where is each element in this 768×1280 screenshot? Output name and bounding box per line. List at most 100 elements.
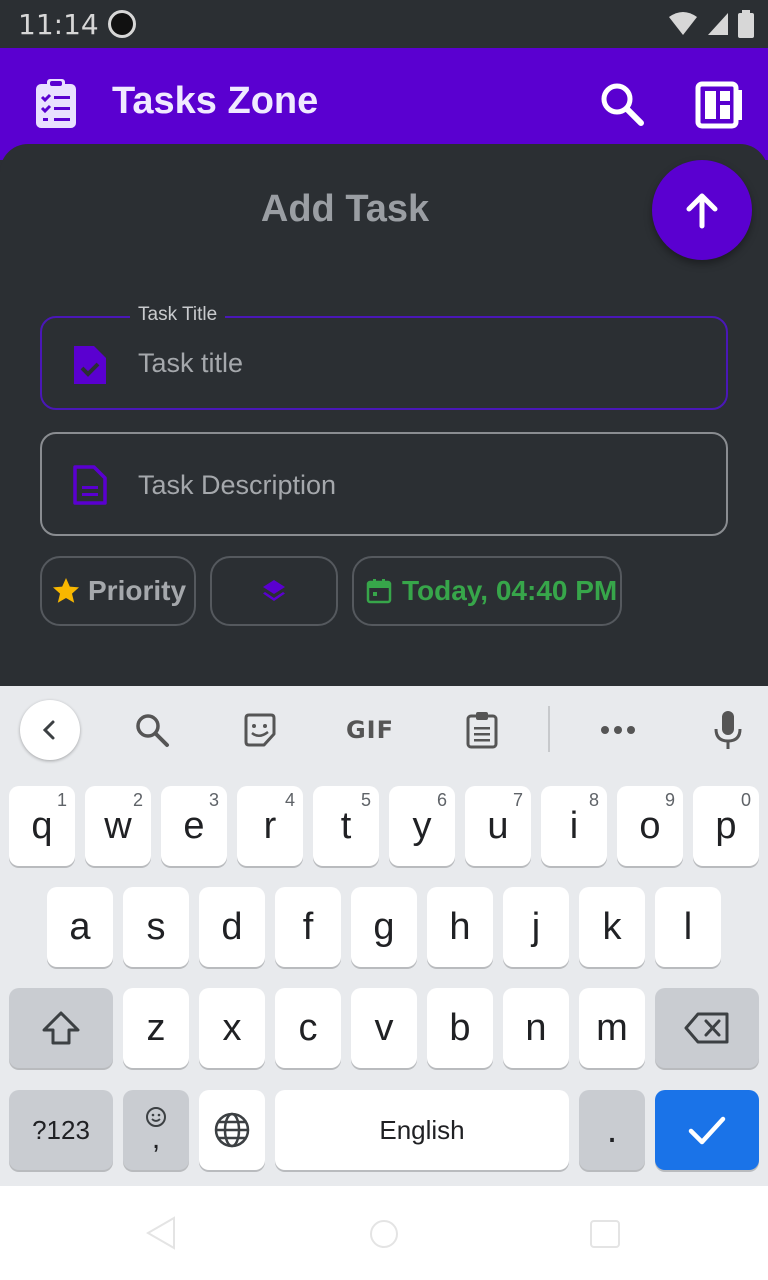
key-o[interactable]: o9 [617,786,683,866]
task-description-input[interactable]: Task Description [138,470,336,501]
key-q[interactable]: q1 [9,786,75,866]
key-hint: 4 [284,790,295,810]
arrow-up-icon [686,193,718,229]
key-label: j [531,905,541,948]
key-label: f [302,905,314,948]
backspace-key[interactable] [655,988,759,1068]
keyboard-toolbar: GIF [0,686,768,774]
key-c[interactable]: c [275,988,341,1068]
key-f[interactable]: f [275,887,341,967]
nav-home-icon[interactable] [370,1220,398,1248]
key-label: b [449,1006,471,1049]
key-s[interactable]: s [123,887,189,967]
key-y[interactable]: y6 [389,786,455,866]
key-label: k [602,905,622,948]
key-m[interactable]: m [579,988,645,1068]
key-label: u [487,804,509,847]
voice-input-button[interactable] [708,710,748,750]
priority-chip[interactable]: Priority [40,556,196,626]
app-title: Tasks Zone [112,80,319,122]
key-label: z [146,1006,166,1049]
key-v[interactable]: v [351,988,417,1068]
task-title-field[interactable]: Task Title Task title [40,304,728,410]
key-hint: 2 [132,790,143,810]
soft-keyboard: GIF q1w2e3r4t5y6u7i8o9p0 asdf g h j k l … [0,686,768,1186]
priority-label: Priority [88,575,187,606]
key-b[interactable]: b [427,988,493,1068]
key-u[interactable]: u7 [465,786,531,866]
clipboard-button[interactable] [462,710,502,750]
backspace-icon [684,1012,729,1044]
key-l[interactable]: l [655,887,721,967]
submit-task-button[interactable] [652,160,752,260]
period-key[interactable]: . [579,1090,645,1170]
key-label: d [221,905,243,948]
notification-icon [108,10,136,38]
shift-key[interactable] [9,988,113,1068]
task-description-field[interactable]: Task Description [40,432,728,536]
star-icon [53,578,79,603]
file-text-icon [73,465,107,505]
key-label: t [340,804,352,847]
gif-button[interactable]: GIF [344,710,396,750]
comma-emoji-key[interactable]: , [123,1090,189,1170]
sticker-icon [244,713,276,747]
key-label: o [639,804,661,847]
status-time: 11:14 [18,8,99,41]
keyboard-collapse-button[interactable] [20,700,80,760]
status-icons [668,10,754,38]
key-d[interactable]: d [199,887,265,967]
key-label: s [146,905,166,948]
key-hint: 9 [664,790,675,810]
sticker-button[interactable] [240,710,280,750]
key-g[interactable]: g [351,887,417,967]
key-j[interactable]: j [503,887,569,967]
calendar-icon [366,579,392,604]
task-title-input[interactable]: Task title [138,348,243,379]
key-i[interactable]: i8 [541,786,607,866]
symbols-key[interactable]: ?123 [9,1090,113,1170]
nav-back-icon[interactable] [146,1216,176,1250]
space-key[interactable]: English [275,1090,569,1170]
key-r[interactable]: r4 [237,786,303,866]
battery-icon [738,10,754,38]
key-label: i [569,804,579,847]
layers-icon [263,580,285,601]
key-label: h [449,905,471,948]
key-label: p [715,804,737,847]
key-t[interactable]: t5 [313,786,379,866]
key-label: v [374,1006,394,1049]
more-horizontal-icon [601,726,635,734]
shift-icon [42,1011,80,1045]
key-x[interactable]: x [199,988,265,1068]
key-a[interactable]: a [47,887,113,967]
key-e[interactable]: e3 [161,786,227,866]
search-icon [136,714,169,747]
due-date-label: Today, 04:40 PM [402,575,618,606]
key-z[interactable]: z [123,988,189,1068]
add-task-sheet: Add Task Task Title Task title Task Desc… [0,144,768,704]
due-date-chip[interactable]: Today, 04:40 PM [352,556,622,626]
key-label: y [412,804,432,847]
key-k[interactable]: k [579,887,645,967]
key-label: e [183,804,205,847]
search-icon[interactable] [598,80,646,128]
task-title-label: Task Title [130,304,226,326]
key-p[interactable]: p0 [693,786,759,866]
nav-recent-icon[interactable] [590,1220,620,1248]
key-hint: 8 [588,790,599,810]
gif-label: GIF [345,716,395,744]
checkmark-icon [688,1116,726,1145]
key-w[interactable]: w2 [85,786,151,866]
language-key[interactable] [199,1090,265,1170]
category-chip[interactable] [210,556,338,626]
enter-key[interactable] [655,1090,759,1170]
keyboard-search-button[interactable] [132,710,172,750]
key-label: x [222,1006,242,1049]
dashboard-icon[interactable] [694,80,744,130]
key-n[interactable]: n [503,988,569,1068]
key-label: q [31,804,53,847]
key-label: r [263,804,277,847]
more-options-button[interactable] [598,710,638,750]
key-h[interactable]: h [427,887,493,967]
